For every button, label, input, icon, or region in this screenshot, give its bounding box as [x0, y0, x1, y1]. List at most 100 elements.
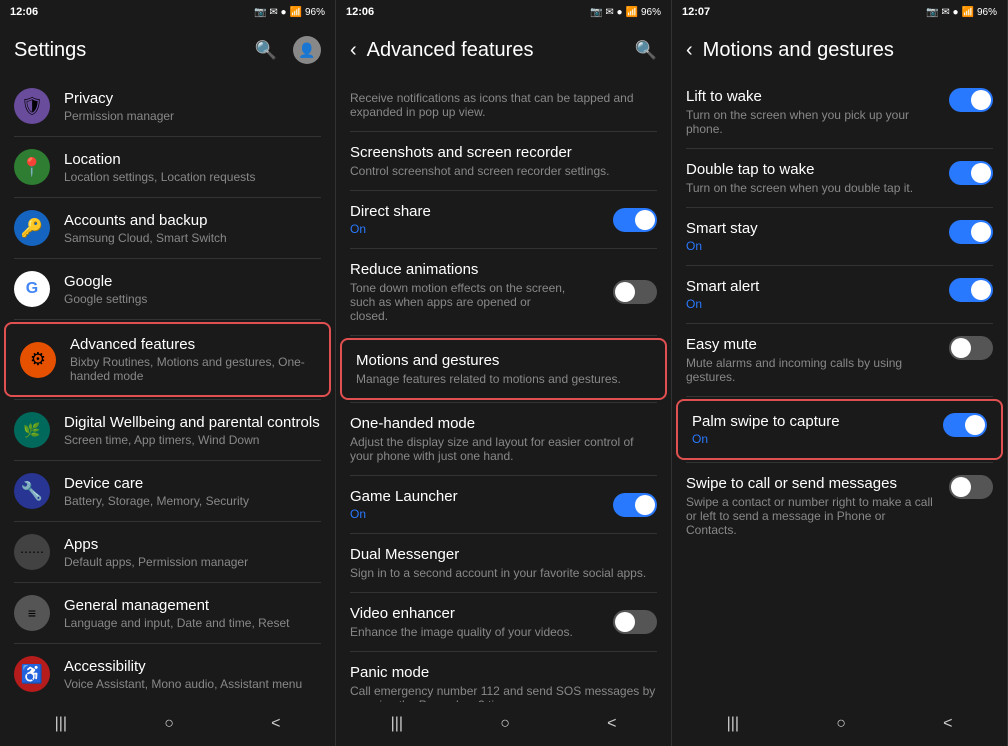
status-icons-3: 📷 ✉ ● 📶 96%: [926, 7, 997, 18]
feature-video-enhancer[interactable]: Video enhancer Enhance the image quality…: [336, 593, 671, 651]
back-button-3[interactable]: <: [943, 715, 952, 733]
status-bar-3: 12:07 📷 ✉ ● 📶 96%: [672, 0, 1007, 24]
settings-list: 🛡 Privacy Permission manager 📍 Location …: [0, 76, 335, 702]
feature-motions[interactable]: Motions and gestures Manage features rel…: [340, 338, 667, 400]
notification-icons-3: 📷 ✉ ●: [926, 7, 958, 18]
sidebar-item-location[interactable]: 📍 Location Location settings, Location r…: [0, 137, 335, 197]
home-button-2[interactable]: ○: [500, 715, 510, 733]
privacy-icon: 🛡: [14, 88, 50, 124]
gesture-smart-stay[interactable]: Smart stay On: [672, 208, 1007, 265]
apps-text: Apps Default apps, Permission manager: [64, 536, 321, 569]
gesture-smart-alert[interactable]: Smart alert On: [672, 266, 1007, 323]
direct-share-row: Direct share On: [350, 203, 657, 236]
double-row: Double tap to wake Turn on the screen wh…: [686, 161, 993, 195]
smart-stay-toggle[interactable]: [949, 220, 993, 244]
video-toggle[interactable]: [613, 610, 657, 634]
video-row: Video enhancer Enhance the image quality…: [350, 605, 657, 639]
gesture-lift-wake[interactable]: Lift to wake Turn on the screen when you…: [672, 76, 1007, 148]
palm-row: Palm swipe to capture On: [692, 413, 987, 446]
avatar-1[interactable]: 👤: [293, 36, 321, 64]
direct-share-toggle[interactable]: [613, 208, 657, 232]
nav-bar-2: ||| ○ <: [336, 702, 671, 746]
device-care-title: Device care: [64, 475, 321, 492]
game-toggle[interactable]: [613, 493, 657, 517]
notification-icons-1: 📷 ✉ ●: [254, 7, 286, 18]
sidebar-item-wellbeing[interactable]: 🌿 Digital Wellbeing and parental control…: [0, 400, 335, 460]
smart-stay-on: On: [686, 239, 939, 253]
sidebar-item-advanced[interactable]: ⚙ Advanced features Bixby Routines, Moti…: [4, 322, 331, 397]
feature-game-launcher[interactable]: Game Launcher On: [336, 476, 671, 533]
feature-reduce-animations[interactable]: Reduce animations Tone down motion effec…: [336, 249, 671, 335]
sidebar-item-google[interactable]: G Google Google settings: [0, 259, 335, 319]
swipe-call-toggle[interactable]: [949, 475, 993, 499]
smart-alert-row: Smart alert On: [686, 278, 993, 311]
recents-button-1[interactable]: |||: [55, 715, 67, 733]
dual-title: Dual Messenger: [350, 546, 657, 563]
home-button-3[interactable]: ○: [836, 715, 846, 733]
time-2: 12:06: [346, 6, 374, 18]
swipe-call-text: Swipe to call or send messages Swipe a c…: [686, 475, 939, 537]
top-bar-2: ‹ Advanced features 🔍: [336, 24, 671, 76]
wellbeing-icon: 🌿: [14, 412, 50, 448]
privacy-title: Privacy: [64, 90, 321, 107]
battery-3: 96%: [977, 7, 997, 18]
search-button-1[interactable]: 🔍: [255, 40, 277, 61]
feature-dual-messenger[interactable]: Dual Messenger Sign in to a second accou…: [336, 534, 671, 592]
sidebar-item-apps[interactable]: ⋯⋯ Apps Default apps, Permission manager: [0, 522, 335, 582]
back-button-1[interactable]: <: [271, 715, 280, 733]
reduce-title: Reduce animations: [350, 261, 570, 278]
smart-alert-toggle[interactable]: [949, 278, 993, 302]
home-button-1[interactable]: ○: [164, 715, 174, 733]
feature-screenshots[interactable]: Screenshots and screen recorder Control …: [336, 132, 671, 190]
one-handed-title: One-handed mode: [350, 415, 657, 432]
reduce-toggle[interactable]: [613, 280, 657, 304]
motions-title: Motions and gestures: [356, 352, 651, 369]
gesture-easy-mute[interactable]: Easy mute Mute alarms and incoming calls…: [672, 324, 1007, 396]
sidebar-item-general[interactable]: ≡ General management Language and input,…: [0, 583, 335, 643]
sidebar-item-device-care[interactable]: 🔧 Device care Battery, Storage, Memory, …: [0, 461, 335, 521]
feature-notifications[interactable]: Receive notifications as icons that can …: [336, 76, 671, 131]
dual-subtitle: Sign in to a second account in your favo…: [350, 566, 657, 580]
motions-list: Lift to wake Turn on the screen when you…: [672, 76, 1007, 702]
gesture-swipe-call[interactable]: Swipe to call or send messages Swipe a c…: [672, 463, 1007, 549]
gesture-palm-swipe[interactable]: Palm swipe to capture On: [676, 399, 1003, 460]
reduce-subtitle: Tone down motion effects on the screen, …: [350, 281, 570, 323]
palm-text: Palm swipe to capture On: [692, 413, 933, 446]
sidebar-item-accounts[interactable]: 🔑 Accounts and backup Samsung Cloud, Sma…: [0, 198, 335, 258]
feature-panic-mode[interactable]: Panic mode Call emergency number 112 and…: [336, 652, 671, 702]
double-toggle[interactable]: [949, 161, 993, 185]
lift-toggle[interactable]: [949, 88, 993, 112]
privacy-text: Privacy Permission manager: [64, 90, 321, 123]
motions-panel: 12:07 📷 ✉ ● 📶 96% ‹ Motions and gestures…: [672, 0, 1008, 746]
gesture-double-tap[interactable]: Double tap to wake Turn on the screen wh…: [672, 149, 1007, 207]
device-care-icon: 🔧: [14, 473, 50, 509]
nav-bar-1: ||| ○ <: [0, 702, 335, 746]
accessibility-title: Accessibility: [64, 658, 321, 675]
sidebar-item-privacy[interactable]: 🛡 Privacy Permission manager: [0, 76, 335, 136]
location-text: Location Location settings, Location req…: [64, 151, 321, 184]
sidebar-item-accessibility[interactable]: ♿ Accessibility Voice Assistant, Mono au…: [0, 644, 335, 702]
device-care-text: Device care Battery, Storage, Memory, Se…: [64, 475, 321, 508]
back-button-top-2[interactable]: ‹: [350, 39, 357, 62]
google-subtitle: Google settings: [64, 292, 321, 306]
one-handed-subtitle: Adjust the display size and layout for e…: [350, 435, 657, 463]
lift-title: Lift to wake: [686, 88, 939, 105]
feature-direct-share[interactable]: Direct share On: [336, 191, 671, 248]
screenshots-title: Screenshots and screen recorder: [350, 144, 657, 161]
game-row: Game Launcher On: [350, 488, 657, 521]
back-button-2[interactable]: <: [607, 715, 616, 733]
back-button-top-3[interactable]: ‹: [686, 39, 693, 62]
notification-icons-2: 📷 ✉ ●: [590, 7, 622, 18]
palm-toggle[interactable]: [943, 413, 987, 437]
easy-mute-text: Easy mute Mute alarms and incoming calls…: [686, 336, 939, 384]
recents-button-2[interactable]: |||: [391, 715, 403, 733]
search-button-2[interactable]: 🔍: [635, 40, 657, 61]
recents-button-3[interactable]: |||: [727, 715, 739, 733]
feature-one-handed[interactable]: One-handed mode Adjust the display size …: [336, 403, 671, 475]
smart-alert-on: On: [686, 297, 939, 311]
google-title: Google: [64, 273, 321, 290]
panic-title: Panic mode: [350, 664, 657, 681]
top-bar-actions-1: 🔍 👤: [255, 36, 321, 64]
easy-mute-toggle[interactable]: [949, 336, 993, 360]
game-status: On: [350, 507, 458, 521]
